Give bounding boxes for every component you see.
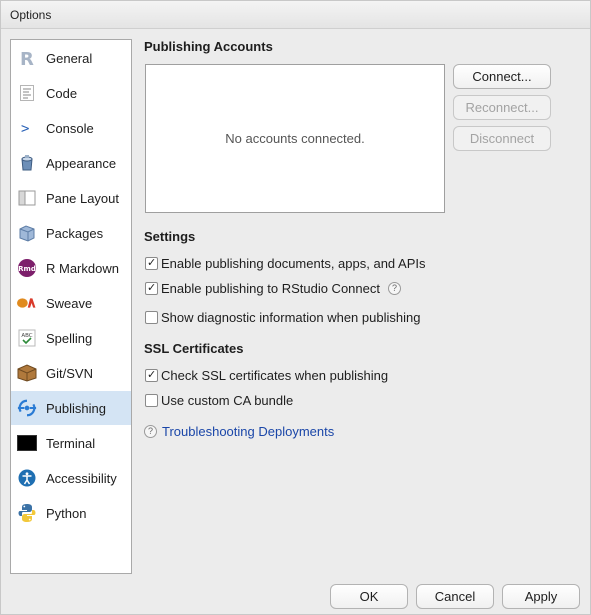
- sidebar-item-label: Packages: [46, 226, 104, 241]
- ssl-certificates-title: SSL Certificates: [144, 341, 244, 356]
- sidebar-item-terminal[interactable]: Terminal: [11, 426, 131, 460]
- check-ssl-label: Check SSL certificates when publishing: [161, 368, 389, 383]
- package-box-icon: [17, 223, 37, 243]
- svg-text:Rmd: Rmd: [18, 265, 36, 273]
- check-ssl-checkbox[interactable]: ✓: [145, 369, 158, 382]
- checkmark-icon: ✓: [147, 282, 157, 294]
- code-document-icon: [17, 83, 37, 103]
- accessibility-icon: [17, 468, 37, 488]
- sidebar-item-label: Console: [46, 121, 94, 136]
- sidebar-item-appearance[interactable]: Appearance: [11, 146, 131, 180]
- title-bar[interactable]: Options: [1, 1, 590, 29]
- svg-text:R: R: [20, 49, 34, 67]
- sidebar-item-label: Git/SVN: [46, 366, 93, 381]
- custom-ca-label: Use custom CA bundle: [161, 393, 294, 408]
- pane-layout-icon: [17, 188, 37, 208]
- enable-connect-label: Enable publishing to RStudio Connect: [161, 281, 380, 296]
- show-diagnostic-label: Show diagnostic information when publish…: [161, 310, 421, 325]
- sweave-icon: [17, 293, 37, 313]
- cancel-button[interactable]: Cancel: [416, 584, 494, 609]
- options-dialog: Options R General Code > Console Appeara…: [0, 0, 591, 615]
- spelling-abc-icon: ABC: [17, 328, 37, 348]
- sidebar-item-general[interactable]: R General: [11, 41, 131, 75]
- sidebar-item-label: Python: [46, 506, 87, 521]
- custom-ca-checkbox[interactable]: [145, 394, 158, 407]
- publishing-icon: [17, 398, 37, 418]
- sidebar-item-accessibility[interactable]: Accessibility: [11, 461, 131, 495]
- paint-bucket-icon: [17, 153, 37, 173]
- checkmark-icon: ✓: [147, 369, 157, 381]
- terminal-icon: [17, 433, 37, 453]
- sidebar-item-publishing[interactable]: Publishing: [11, 391, 131, 425]
- help-icon[interactable]: ?: [388, 282, 401, 295]
- console-prompt-icon: >: [17, 118, 37, 138]
- connect-button[interactable]: Connect...: [453, 64, 551, 89]
- sidebar-item-label: R Markdown: [46, 261, 119, 276]
- r-logo-icon: R: [17, 48, 37, 68]
- sidebar-item-r-markdown[interactable]: Rmd R Markdown: [11, 251, 131, 285]
- apply-button[interactable]: Apply: [502, 584, 580, 609]
- sidebar-item-label: Spelling: [46, 331, 93, 346]
- sidebar-item-sweave[interactable]: Sweave: [11, 286, 131, 320]
- python-icon: [17, 503, 37, 523]
- accounts-empty-message: No accounts connected.: [225, 131, 365, 146]
- sidebar-item-console[interactable]: > Console: [11, 111, 131, 145]
- rmd-icon: Rmd: [17, 258, 37, 278]
- git-box-icon: [17, 363, 37, 383]
- settings-title: Settings: [144, 229, 196, 244]
- checkmark-icon: ✓: [147, 257, 157, 269]
- sidebar-item-packages[interactable]: Packages: [11, 216, 131, 250]
- disconnect-button[interactable]: Disconnect: [453, 126, 551, 151]
- sidebar-item-python[interactable]: Python: [11, 496, 131, 530]
- accounts-list[interactable]: No accounts connected.: [145, 64, 445, 213]
- reconnect-button[interactable]: Reconnect...: [453, 95, 551, 120]
- sidebar-item-label: Accessibility: [46, 471, 117, 486]
- troubleshooting-link[interactable]: Troubleshooting Deployments: [162, 424, 334, 439]
- sidebar-item-label: Appearance: [46, 156, 117, 171]
- sidebar-item-pane-layout[interactable]: Pane Layout: [11, 181, 131, 215]
- enable-publishing-label: Enable publishing documents, apps, and A…: [161, 256, 426, 271]
- sidebar-item-label: Pane Layout: [46, 191, 120, 206]
- show-diagnostic-checkbox[interactable]: [145, 311, 158, 324]
- enable-publishing-checkbox[interactable]: ✓: [145, 257, 158, 270]
- options-sidebar: R General Code > Console Appearance Pane…: [10, 39, 132, 574]
- sidebar-item-label: General: [46, 51, 93, 66]
- svg-text:>: >: [21, 121, 29, 136]
- sidebar-item-label: Publishing: [46, 401, 106, 416]
- enable-connect-checkbox[interactable]: ✓: [145, 282, 158, 295]
- sidebar-item-label: Sweave: [46, 296, 93, 311]
- sidebar-item-git-svn[interactable]: Git/SVN: [11, 356, 131, 390]
- help-icon[interactable]: ?: [144, 425, 157, 438]
- window-title: Options: [10, 8, 52, 22]
- ok-button[interactable]: OK: [330, 584, 408, 609]
- sidebar-item-spelling[interactable]: ABC Spelling: [11, 321, 131, 355]
- sidebar-item-label: Code: [46, 86, 78, 101]
- sidebar-item-label: Terminal: [46, 436, 96, 451]
- sidebar-item-code[interactable]: Code: [11, 76, 131, 110]
- publishing-accounts-title: Publishing Accounts: [144, 39, 273, 54]
